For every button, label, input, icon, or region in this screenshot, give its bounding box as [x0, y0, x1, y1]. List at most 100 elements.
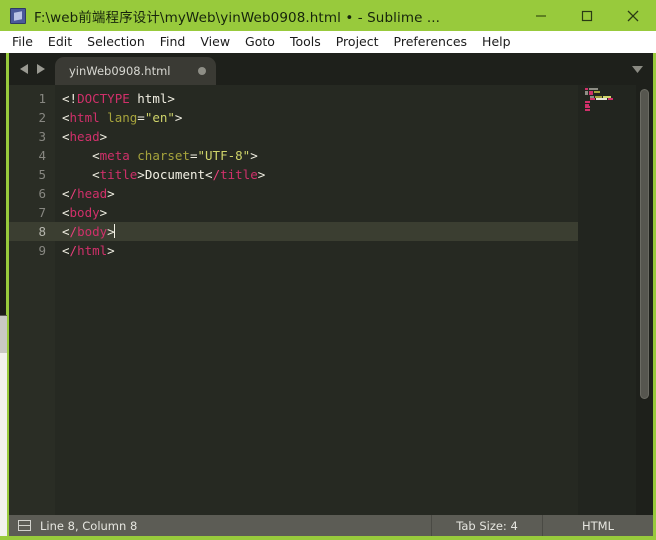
- background-window-sliver-bottom: [0, 353, 7, 540]
- line-number-gutter: 1 2 3 4 5 6 7 8 9: [9, 85, 55, 515]
- code-line[interactable]: <meta charset="UTF-8">: [55, 146, 653, 165]
- code-token: <: [62, 205, 70, 220]
- maximize-icon[interactable]: [564, 0, 610, 31]
- vertical-scrollbar[interactable]: [636, 85, 653, 515]
- code-token: >: [257, 167, 266, 182]
- code-token: >: [137, 167, 145, 182]
- menu-item-selection[interactable]: Selection: [87, 31, 154, 53]
- code-token: title: [99, 167, 138, 182]
- code-line[interactable]: <!DOCTYPE html>: [55, 89, 653, 108]
- panel-layout-icon[interactable]: [18, 520, 31, 531]
- code-token: <!: [62, 91, 78, 106]
- code-line[interactable]: <body>: [55, 203, 653, 222]
- code-token: /: [69, 224, 78, 239]
- code-token: Document: [144, 167, 206, 182]
- menu-item-find[interactable]: Find: [160, 31, 195, 53]
- code-token: "UTF-8": [197, 148, 251, 163]
- tab-nav-arrows: [9, 53, 55, 85]
- menu-item-tools[interactable]: Tools: [290, 31, 330, 53]
- left-edge-strip: [0, 53, 9, 540]
- triangle-right-icon[interactable]: [36, 64, 45, 74]
- minimap-thumbnail: [585, 88, 625, 111]
- code-token: <: [62, 148, 100, 163]
- menu-item-file[interactable]: File: [12, 31, 42, 53]
- code-token: head: [77, 186, 108, 201]
- menu-item-preferences[interactable]: Preferences: [394, 31, 477, 53]
- line-number: 3: [38, 129, 46, 144]
- sublime-text-window: F:\web前端程序设计\myWeb\yinWeb0908.html • - S…: [0, 0, 656, 540]
- menu-item-project[interactable]: Project: [336, 31, 388, 53]
- menu-item-goto[interactable]: Goto: [245, 31, 284, 53]
- code-token: >: [107, 186, 115, 201]
- tab-label: yinWeb0908.html: [69, 64, 171, 78]
- menu-item-view[interactable]: View: [200, 31, 239, 53]
- code-token: html: [69, 110, 100, 125]
- line-number: 5: [38, 167, 46, 182]
- code-token: <: [62, 110, 70, 125]
- line-number: 1: [38, 91, 46, 106]
- line-number: 4: [38, 148, 46, 163]
- minimize-icon[interactable]: [518, 0, 564, 31]
- line-number: 6: [38, 186, 46, 201]
- code-token: html>: [129, 91, 175, 106]
- tab-modified-dot-icon[interactable]: [198, 67, 207, 75]
- menu-item-edit[interactable]: Edit: [48, 31, 81, 53]
- line-number: 2: [38, 110, 46, 125]
- code-area[interactable]: <!DOCTYPE html> <html lang="en"> <head> <m…: [55, 85, 653, 515]
- tab-bar-spacer: [216, 53, 621, 85]
- close-icon[interactable]: [610, 0, 656, 31]
- chevron-down-icon[interactable]: [621, 53, 653, 85]
- code-token: =: [189, 148, 198, 163]
- code-token: body: [77, 224, 108, 239]
- menu-item-help[interactable]: Help: [482, 31, 520, 53]
- code-token: <: [62, 167, 100, 182]
- code-token: head: [69, 129, 100, 144]
- code-token: <: [62, 243, 70, 258]
- code-token: title: [220, 167, 258, 182]
- code-token: lang: [107, 110, 138, 125]
- editor-body: 123456789 <!DOCTYPE html> <html lang="en"…: [9, 85, 653, 515]
- line-number: 8: [9, 222, 55, 241]
- code-token: >: [99, 205, 108, 220]
- line-number: 9: [38, 243, 46, 258]
- code-token: <: [205, 167, 213, 182]
- code-token: html: [77, 243, 108, 258]
- code-line[interactable]: <title>Document</title>: [55, 165, 653, 184]
- vertical-scrollbar-thumb[interactable]: [640, 89, 649, 399]
- triangle-left-icon[interactable]: [19, 64, 29, 74]
- code-token: charset: [137, 148, 190, 163]
- window-controls: [518, 0, 656, 31]
- code-line[interactable]: <head>: [55, 127, 653, 146]
- minimap[interactable]: [578, 85, 636, 515]
- bottom-accent-band: [0, 536, 656, 540]
- title-bar: F:\web前端程序设计\myWeb\yinWeb0908.html • - S…: [0, 0, 656, 31]
- code-token: /: [212, 167, 221, 182]
- line-number: 7: [38, 205, 46, 220]
- code-line[interactable]: </head>: [55, 184, 653, 203]
- code-token: =: [137, 110, 145, 125]
- minimap-row: [585, 108, 625, 111]
- code-token: >: [99, 129, 108, 144]
- tab-yinweb0908-html[interactable]: yinWeb0908.html: [55, 57, 217, 85]
- syntax-status[interactable]: HTML: [543, 515, 653, 536]
- code-token: <: [62, 129, 70, 144]
- code-token: meta: [99, 148, 130, 163]
- code-token: >: [250, 148, 258, 163]
- code-line[interactable]: </html>: [55, 241, 653, 260]
- code-token: <: [62, 224, 70, 239]
- minimap-segment: [585, 108, 590, 111]
- code-token: <: [62, 186, 70, 201]
- code-line[interactable]: <html lang="en">: [55, 108, 653, 127]
- window-title: F:\web前端程序设计\myWeb\yinWeb0908.html • - S…: [34, 9, 441, 26]
- code-token: /: [69, 243, 78, 258]
- status-bar: Line 8, Column 8 Tab Size: 4 HTML: [9, 515, 653, 536]
- code-token: body: [69, 205, 100, 220]
- text-caret: [113, 224, 115, 238]
- menu-bar: File Edit Selection Find View Goto Tools…: [0, 31, 656, 53]
- code-token: DOCTYPE: [77, 91, 130, 106]
- tab-size-status[interactable]: Tab Size: 4: [432, 515, 542, 536]
- sublime-text-icon: [10, 7, 26, 24]
- code-line[interactable]: </body>: [55, 222, 653, 241]
- code-token: >: [174, 110, 183, 125]
- code-token: >: [107, 243, 115, 258]
